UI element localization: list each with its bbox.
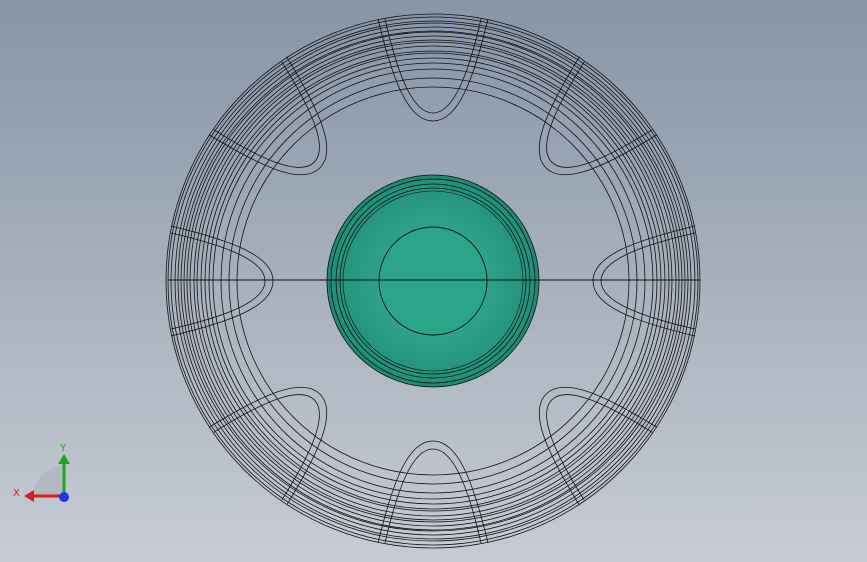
spoke-cutout	[592, 225, 696, 337]
y-axis-label: Y	[59, 443, 67, 454]
x-axis-arrowhead	[24, 490, 34, 502]
graphics-viewport[interactable]: X Y	[0, 0, 867, 562]
x-axis-label: X	[13, 488, 20, 499]
spoke-cutout	[170, 225, 274, 337]
y-axis-arrowhead	[58, 454, 70, 464]
wheel-wireframe-model[interactable]	[0, 0, 867, 562]
z-axis-point	[59, 492, 69, 502]
coordinate-triad: X Y	[13, 443, 70, 502]
hub-cap[interactable]	[326, 174, 540, 388]
